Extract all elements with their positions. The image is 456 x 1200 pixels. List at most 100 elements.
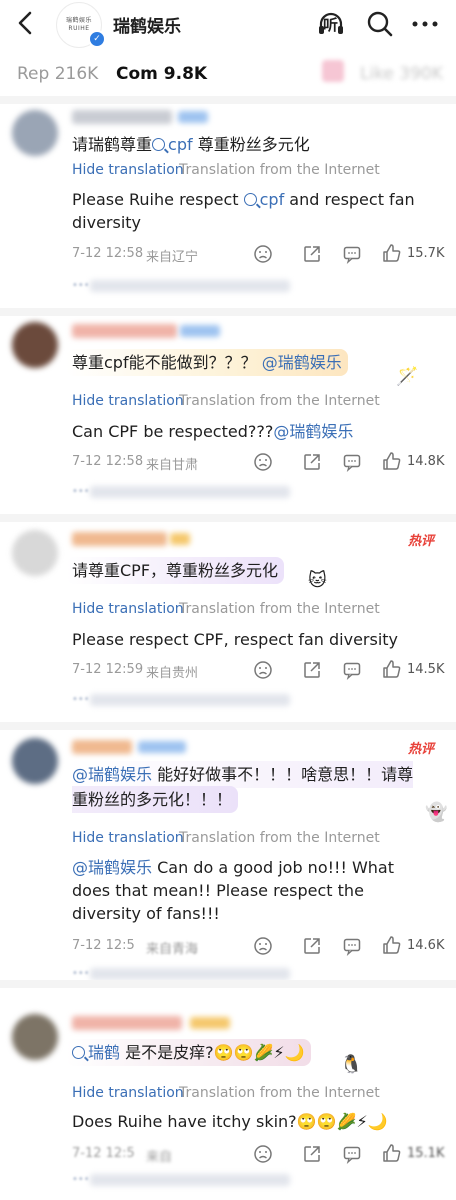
translation-source: Translation from the Internet bbox=[179, 162, 380, 178]
like-count: 15.7K bbox=[407, 246, 445, 261]
section-divider bbox=[0, 308, 456, 316]
tab-comments[interactable]: Com 9.8K bbox=[116, 64, 207, 84]
hide-translation-link[interactable]: Hide translation bbox=[72, 830, 184, 846]
comment-text: @瑞鹤娱乐 能好好做事不！！！啥意思！！请尊重粉丝的多元化！！！ bbox=[66, 761, 422, 813]
like-count: 14.6K bbox=[407, 938, 445, 953]
comment-text: 瑞鹤 是不是皮痒?🙄🙄🌽⚡🌙 bbox=[66, 1039, 440, 1066]
hide-translation-link[interactable]: Hide translation bbox=[72, 1085, 184, 1101]
reply-comment-icon[interactable] bbox=[342, 936, 362, 956]
comment-location: 来自贵州 bbox=[146, 666, 199, 681]
section-divider bbox=[0, 980, 456, 988]
tab-bar: Rep 216K Com 9.8K Like 390K bbox=[0, 56, 456, 96]
replies-indicator-icon: ••• bbox=[72, 486, 90, 497]
reply-comment-icon[interactable] bbox=[342, 244, 362, 264]
hide-translation-link[interactable]: Hide translation bbox=[72, 162, 184, 178]
section-divider bbox=[0, 96, 456, 104]
comment-location: 来自甘肃 bbox=[146, 458, 199, 473]
search-topic-icon bbox=[152, 138, 166, 151]
search-topic-icon bbox=[72, 1046, 85, 1059]
topic-link[interactable]: 瑞鹤 bbox=[72, 1043, 120, 1062]
translation-source: Translation from the Internet bbox=[179, 601, 380, 617]
commenter-username[interactable] bbox=[72, 740, 132, 754]
comment-item: 热评 请尊重CPF，尊重粉丝多元化 🐱 Hide translation Tra… bbox=[0, 522, 456, 722]
like-count: 15.1K bbox=[407, 1146, 445, 1161]
account-name[interactable]: 瑞鹤娱乐 bbox=[113, 12, 181, 37]
user-badge bbox=[180, 325, 220, 337]
hide-translation-link[interactable]: Hide translation bbox=[72, 601, 184, 617]
reply-comment-icon[interactable] bbox=[342, 452, 362, 472]
comment-translation: Please respect CPF, respect fan diversit… bbox=[72, 630, 399, 649]
share-icon[interactable] bbox=[302, 244, 322, 264]
topic-link-translated[interactable]: cpf bbox=[243, 190, 284, 209]
comment-item: 请瑞鹤尊重 cpf 尊重粉丝多元化 Hide translation Transl… bbox=[0, 104, 456, 306]
commenter-avatar[interactable] bbox=[12, 1014, 58, 1060]
topic-link[interactable]: cpf bbox=[152, 135, 193, 154]
commenter-username[interactable] bbox=[72, 324, 177, 338]
top-bar: 瑞鹤娱乐 RUIHE ✓ 瑞鹤娱乐 听 bbox=[0, 0, 456, 48]
section-divider bbox=[0, 514, 456, 522]
view-replies-link[interactable] bbox=[90, 968, 290, 980]
mention-link[interactable]: @瑞鹤娱乐 bbox=[72, 765, 152, 784]
dislike-face-icon[interactable] bbox=[253, 936, 273, 956]
comment-time: 7-12 12:58 bbox=[72, 246, 144, 261]
like-count: 14.8K bbox=[407, 454, 445, 469]
comment-item: 瑞鹤 是不是皮痒?🙄🙄🌽⚡🌙 🐧 Hide translation Transl… bbox=[0, 988, 456, 1200]
dislike-face-icon[interactable] bbox=[253, 660, 273, 680]
thumbs-up-icon[interactable] bbox=[382, 451, 402, 471]
share-icon[interactable] bbox=[302, 660, 322, 680]
likes-tab-icon bbox=[322, 60, 344, 82]
reply-comment-icon[interactable] bbox=[342, 660, 362, 680]
tab-reposts[interactable]: Rep 216K bbox=[17, 64, 98, 84]
commenter-username[interactable] bbox=[72, 532, 167, 546]
commenter-avatar[interactable] bbox=[12, 110, 58, 156]
reply-comment-icon[interactable] bbox=[342, 1144, 362, 1164]
view-replies-link[interactable] bbox=[90, 1174, 290, 1186]
commenter-avatar[interactable] bbox=[12, 738, 58, 784]
view-replies-link[interactable] bbox=[90, 280, 290, 292]
hot-comment-badge: 热评 bbox=[408, 742, 435, 757]
back-arrow-icon[interactable] bbox=[14, 10, 36, 36]
sticker-decoration-icon: 👻 bbox=[425, 802, 448, 823]
commenter-username[interactable] bbox=[72, 1016, 182, 1030]
search-topic-icon bbox=[243, 193, 257, 206]
thumbs-up-icon[interactable] bbox=[382, 935, 402, 955]
comment-text: 请尊重CPF，尊重粉丝多元化 bbox=[66, 557, 440, 584]
share-icon[interactable] bbox=[302, 452, 322, 472]
hide-translation-link[interactable]: Hide translation bbox=[72, 393, 184, 409]
thumbs-up-icon[interactable] bbox=[382, 659, 402, 679]
commenter-avatar[interactable] bbox=[12, 322, 58, 368]
mention-link[interactable]: @瑞鹤娱乐 bbox=[262, 353, 342, 372]
mention-link-translated[interactable]: @瑞鹤娱乐 bbox=[273, 422, 353, 441]
view-replies-link[interactable] bbox=[90, 486, 290, 498]
tab-likes[interactable]: Like 390K bbox=[360, 64, 443, 84]
share-icon[interactable] bbox=[302, 936, 322, 956]
search-icon[interactable] bbox=[365, 9, 395, 39]
commenter-username[interactable] bbox=[72, 110, 172, 124]
mention-link-translated[interactable]: @瑞鹤娱乐 bbox=[72, 858, 152, 877]
comment-text: 请瑞鹤尊重 cpf 尊重粉丝多元化 bbox=[72, 135, 310, 154]
share-icon[interactable] bbox=[302, 1144, 322, 1164]
sticker-decoration-icon: 🐧 bbox=[340, 1054, 363, 1075]
thumbs-up-icon[interactable] bbox=[382, 1143, 402, 1163]
dislike-face-icon[interactable] bbox=[253, 1144, 273, 1164]
hot-comment-badge: 热评 bbox=[408, 534, 435, 549]
user-badge bbox=[178, 111, 208, 123]
dislike-face-icon[interactable] bbox=[253, 452, 273, 472]
listen-label: 听 bbox=[323, 16, 339, 34]
comment-time: 7-12 12:59 bbox=[72, 662, 144, 677]
replies-indicator-icon: ••• bbox=[72, 1174, 90, 1185]
view-replies-link[interactable] bbox=[90, 694, 290, 706]
more-icon[interactable] bbox=[410, 9, 440, 39]
comment-location: 来自 bbox=[146, 1150, 173, 1165]
comment-time: 7-12 12:5 bbox=[72, 1146, 135, 1161]
replies-indicator-icon: ••• bbox=[72, 280, 90, 291]
user-badge bbox=[170, 533, 190, 545]
dislike-face-icon[interactable] bbox=[253, 244, 273, 264]
translation-source: Translation from the Internet bbox=[179, 393, 380, 409]
comment-translation: Can CPF be respected???@瑞鹤娱乐 bbox=[72, 422, 354, 441]
comment-translation: Please Ruihe respect cpf and respect fan… bbox=[72, 190, 415, 232]
comment-text: 尊重cpf能不能做到？？？ @瑞鹤娱乐 bbox=[66, 349, 440, 376]
translation-source: Translation from the Internet bbox=[179, 1085, 380, 1101]
commenter-avatar[interactable] bbox=[12, 530, 58, 576]
thumbs-up-icon[interactable] bbox=[382, 243, 402, 263]
